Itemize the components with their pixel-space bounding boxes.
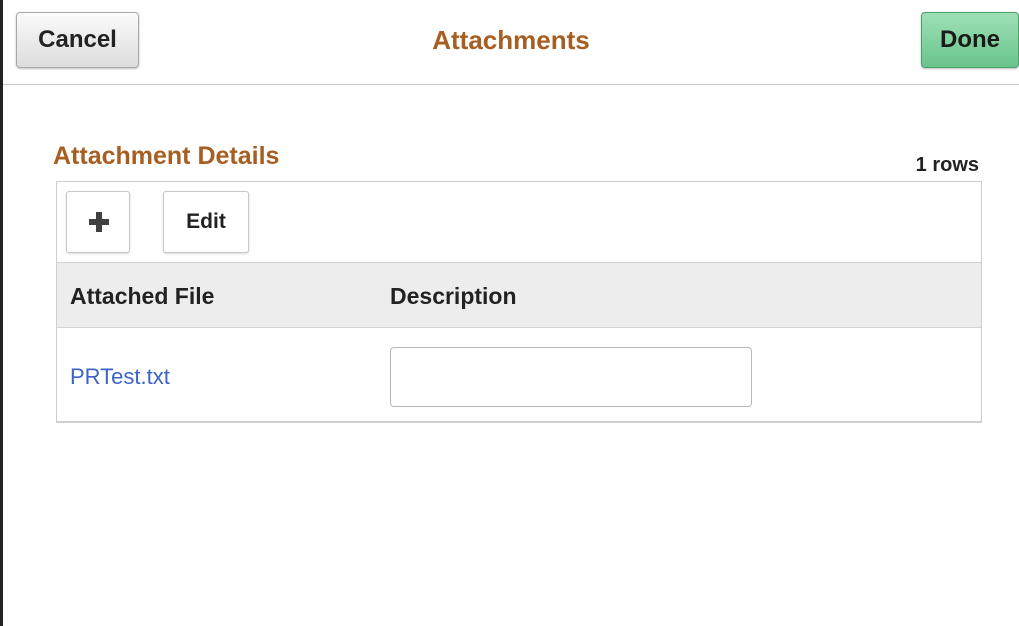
column-header-attached-file: Attached File (70, 283, 215, 309)
section-title: Attachment Details (53, 142, 280, 170)
description-input[interactable] (390, 347, 752, 407)
attached-file-link[interactable]: PRTest.txt (70, 364, 170, 390)
grid-toolbar: Edit (57, 182, 981, 262)
plus-icon (89, 212, 109, 232)
edit-button[interactable]: Edit (163, 191, 249, 253)
attachments-grid: Edit Attached File Description PRTest.tx… (56, 181, 982, 423)
done-button[interactable]: Done (921, 12, 1019, 68)
column-header-description: Description (390, 283, 517, 309)
add-row-button[interactable] (66, 191, 130, 253)
grid-header: Attached File Description (57, 262, 981, 328)
header-bar: Cancel Attachments Done (3, 0, 1019, 85)
app-frame: Cancel Attachments Done Attachment Detai… (0, 0, 1019, 626)
row-count: 1 rows (915, 154, 979, 176)
page-title: Attachments (432, 25, 590, 55)
table-row: PRTest.txt (57, 328, 981, 422)
